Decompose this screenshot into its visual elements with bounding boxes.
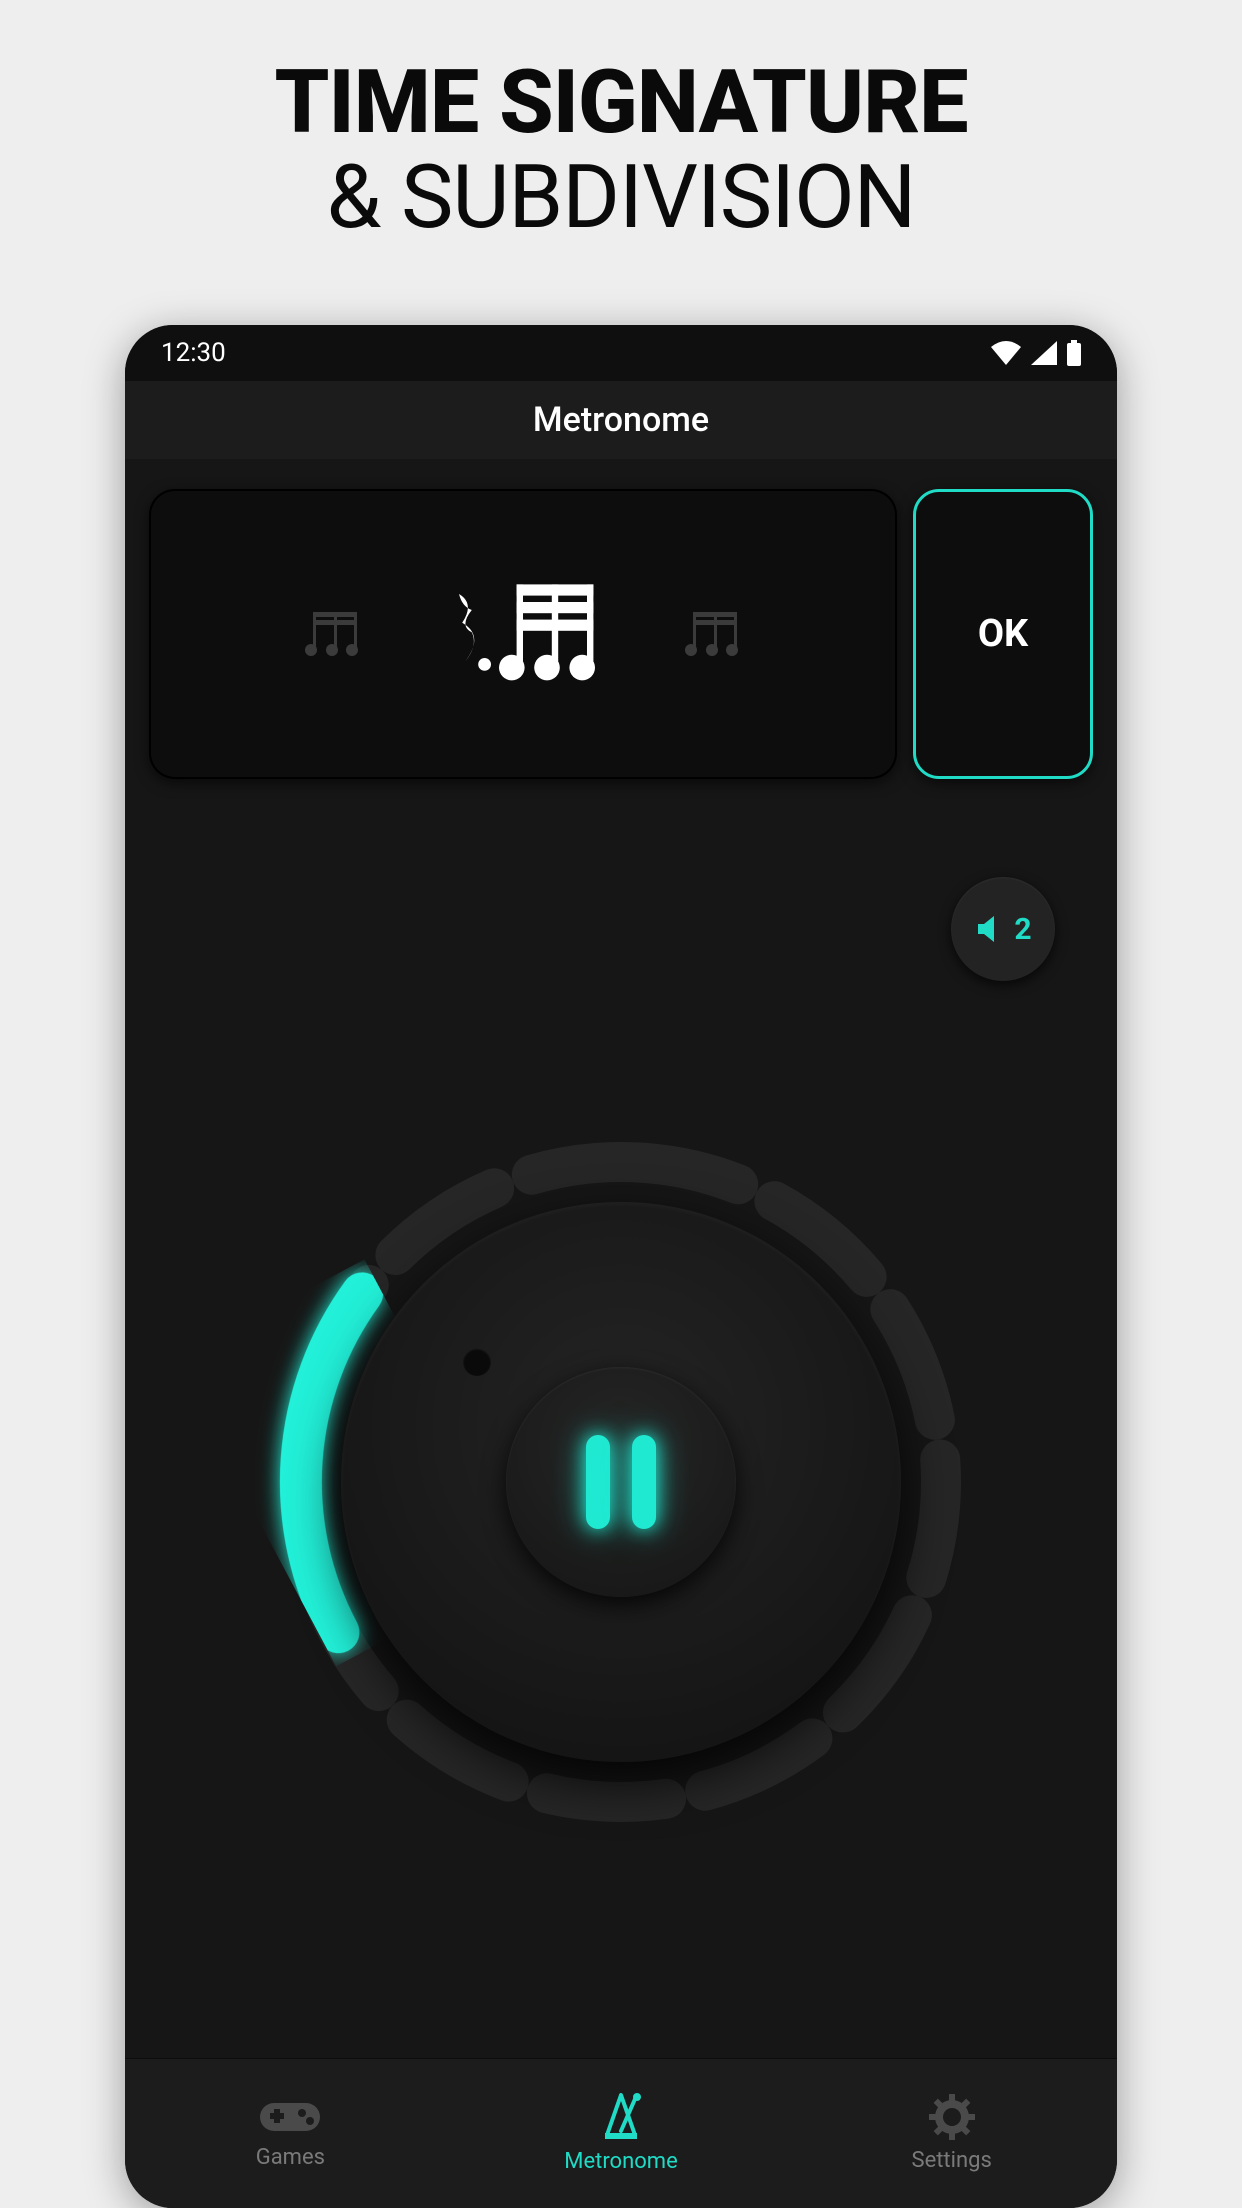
status-time: 12:30 xyxy=(161,338,226,368)
volume-button[interactable]: 2 xyxy=(951,877,1055,981)
nav-label: Settings xyxy=(912,2148,992,2173)
subdivision-option-selected xyxy=(443,578,603,690)
beamed-notes-icon xyxy=(303,608,363,656)
nav-label: Metronome xyxy=(564,2149,678,2174)
signal-icon xyxy=(1031,341,1057,365)
subdivision-option-next xyxy=(683,608,743,660)
battery-icon xyxy=(1067,340,1081,366)
dial-indicator-dot xyxy=(463,1348,491,1376)
bottom-nav: Games Metronome xyxy=(125,2058,1117,2208)
dial-knob[interactable] xyxy=(341,1202,901,1762)
tempo-dial[interactable] xyxy=(251,1112,991,1852)
ok-label: OK xyxy=(978,612,1028,656)
rest-and-notes-icon xyxy=(443,578,603,684)
pause-icon xyxy=(632,1435,656,1529)
gear-icon xyxy=(929,2094,975,2140)
screen-title: Metronome xyxy=(533,400,709,440)
nav-settings[interactable]: Settings xyxy=(786,2059,1117,2208)
nav-games[interactable]: Games xyxy=(125,2059,456,2208)
phone-frame: 12:30 Metronome xyxy=(125,325,1117,2208)
nav-metronome[interactable]: Metronome xyxy=(456,2059,787,2208)
subdivision-selector-row: OK xyxy=(149,489,1093,779)
promo-heading: TIME SIGNATURE & SUBDIVISION xyxy=(275,55,968,245)
gamepad-icon xyxy=(258,2097,322,2137)
ok-button[interactable]: OK xyxy=(913,489,1093,779)
status-bar: 12:30 xyxy=(125,325,1117,381)
metronome-icon xyxy=(599,2093,643,2141)
app-bar: Metronome xyxy=(125,381,1117,459)
volume-level: 2 xyxy=(1014,912,1031,947)
pause-icon xyxy=(586,1435,610,1529)
status-icons xyxy=(991,340,1081,366)
play-pause-button[interactable] xyxy=(506,1367,736,1597)
promo-line1: TIME SIGNATURE xyxy=(275,51,968,154)
subdivision-carousel[interactable] xyxy=(149,489,897,779)
speaker-icon xyxy=(974,912,1008,946)
dial-area: 2 xyxy=(149,779,1093,2058)
wifi-icon xyxy=(991,341,1021,365)
beamed-notes-icon xyxy=(683,608,743,656)
subdivision-option-prev xyxy=(303,608,363,660)
nav-label: Games xyxy=(256,2145,325,2170)
promo-line2: & SUBDIVISION xyxy=(327,146,916,249)
main-content: OK 2 xyxy=(125,459,1117,2058)
